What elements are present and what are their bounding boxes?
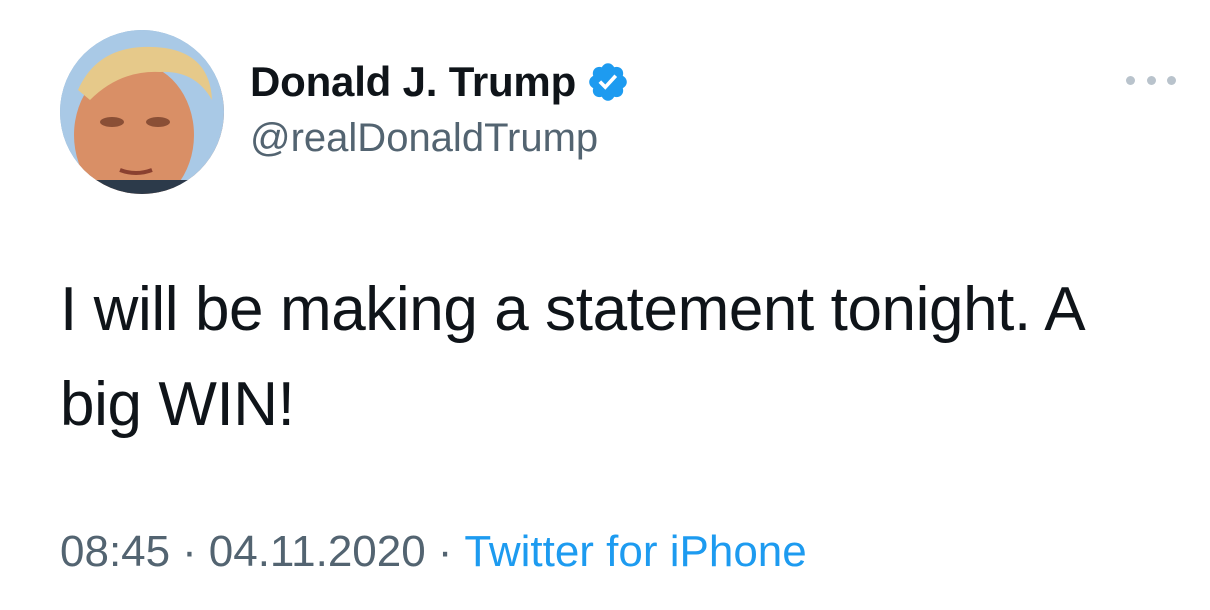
- tweet-meta: 08:45 · 04.11.2020 · Twitter for iPhone: [60, 527, 807, 577]
- more-dot: [1167, 75, 1176, 85]
- tweet-source-link[interactable]: Twitter for iPhone: [464, 527, 806, 576]
- meta-separator: ·: [182, 527, 197, 576]
- tweet-card: Donald J. Trump @realDonaldTrump I will …: [0, 0, 1210, 610]
- more-dot: [1146, 75, 1156, 85]
- avatar[interactable]: [60, 30, 224, 194]
- tweet-text: I will be making a statement tonight. A …: [60, 275, 1082, 439]
- meta-separator: ·: [437, 527, 453, 576]
- author-block: Donald J. Trump @realDonaldTrump: [250, 56, 630, 161]
- user-handle[interactable]: @realDonaldTrump: [250, 116, 630, 161]
- tweet-time[interactable]: 08:45: [60, 527, 170, 576]
- more-options-icon[interactable]: [1126, 68, 1176, 92]
- display-name[interactable]: Donald J. Trump: [250, 58, 576, 106]
- more-dot: [1126, 75, 1135, 85]
- verified-badge-icon: [586, 60, 630, 104]
- tweet-date[interactable]: 04.11.2020: [209, 527, 426, 576]
- avatar-portrait-icon: [60, 30, 224, 194]
- name-row: Donald J. Trump: [250, 56, 630, 108]
